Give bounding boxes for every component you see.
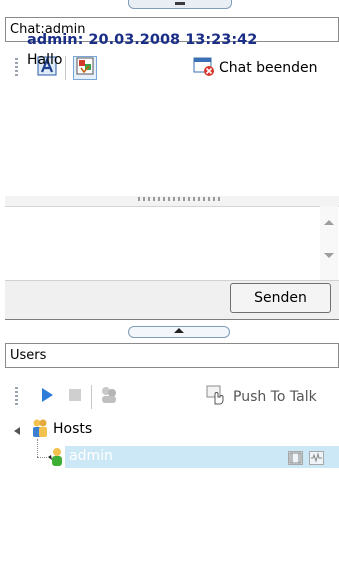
end-chat-button[interactable]	[192, 56, 216, 80]
play-button[interactable]	[35, 385, 59, 409]
chat-message-area	[5, 86, 339, 196]
splitter-dots	[138, 197, 222, 201]
tree-collapse-icon[interactable]	[14, 427, 20, 435]
toolbar-grip[interactable]	[15, 387, 18, 407]
toolbar-grip[interactable]	[15, 58, 18, 78]
scroll-up-arrow-icon[interactable]	[324, 220, 334, 225]
group-icon	[30, 418, 50, 442]
send-button[interactable]: Senden	[230, 283, 331, 313]
tree-connector	[37, 457, 47, 458]
push-to-talk-button[interactable]	[204, 385, 228, 409]
chevron-up-icon[interactable]	[174, 328, 184, 333]
top-splitter-handle[interactable]	[128, 0, 232, 9]
close-window-icon	[193, 56, 215, 80]
tree-connector	[37, 439, 38, 457]
input-scrollbar[interactable]	[320, 206, 338, 280]
push-to-talk-label[interactable]: Push To Talk	[233, 387, 317, 407]
users-toolbar: Push To Talk	[5, 379, 339, 415]
message-text: Hallo	[27, 52, 63, 68]
end-chat-label[interactable]: Chat beenden	[219, 58, 318, 78]
toolbar-separator	[91, 385, 92, 409]
chat-input-field[interactable]	[5, 206, 339, 280]
toolbar-separator	[65, 56, 66, 80]
conference-button[interactable]	[97, 385, 121, 409]
conference-icon	[99, 386, 119, 408]
text-color-button[interactable]	[73, 56, 97, 80]
users-panel-title: Users	[10, 348, 47, 363]
message-sender-timestamp: admin: 20.03.2008 13:23:42	[27, 32, 258, 48]
hand-pointer-icon	[206, 385, 226, 409]
color-palette-icon	[75, 56, 95, 80]
users-tree	[5, 415, 339, 569]
user-icon	[47, 447, 65, 471]
user-name[interactable]: admin	[69, 448, 113, 464]
users-panel-header: Users	[5, 343, 339, 368]
stop-button[interactable]	[63, 385, 87, 409]
hosts-group-label[interactable]: Hosts	[53, 421, 92, 437]
audio-wave-icon[interactable]	[309, 451, 324, 465]
video-icon[interactable]	[288, 451, 303, 465]
scroll-down-arrow-icon[interactable]	[324, 253, 334, 258]
play-icon	[40, 387, 54, 407]
stop-icon	[68, 388, 82, 406]
